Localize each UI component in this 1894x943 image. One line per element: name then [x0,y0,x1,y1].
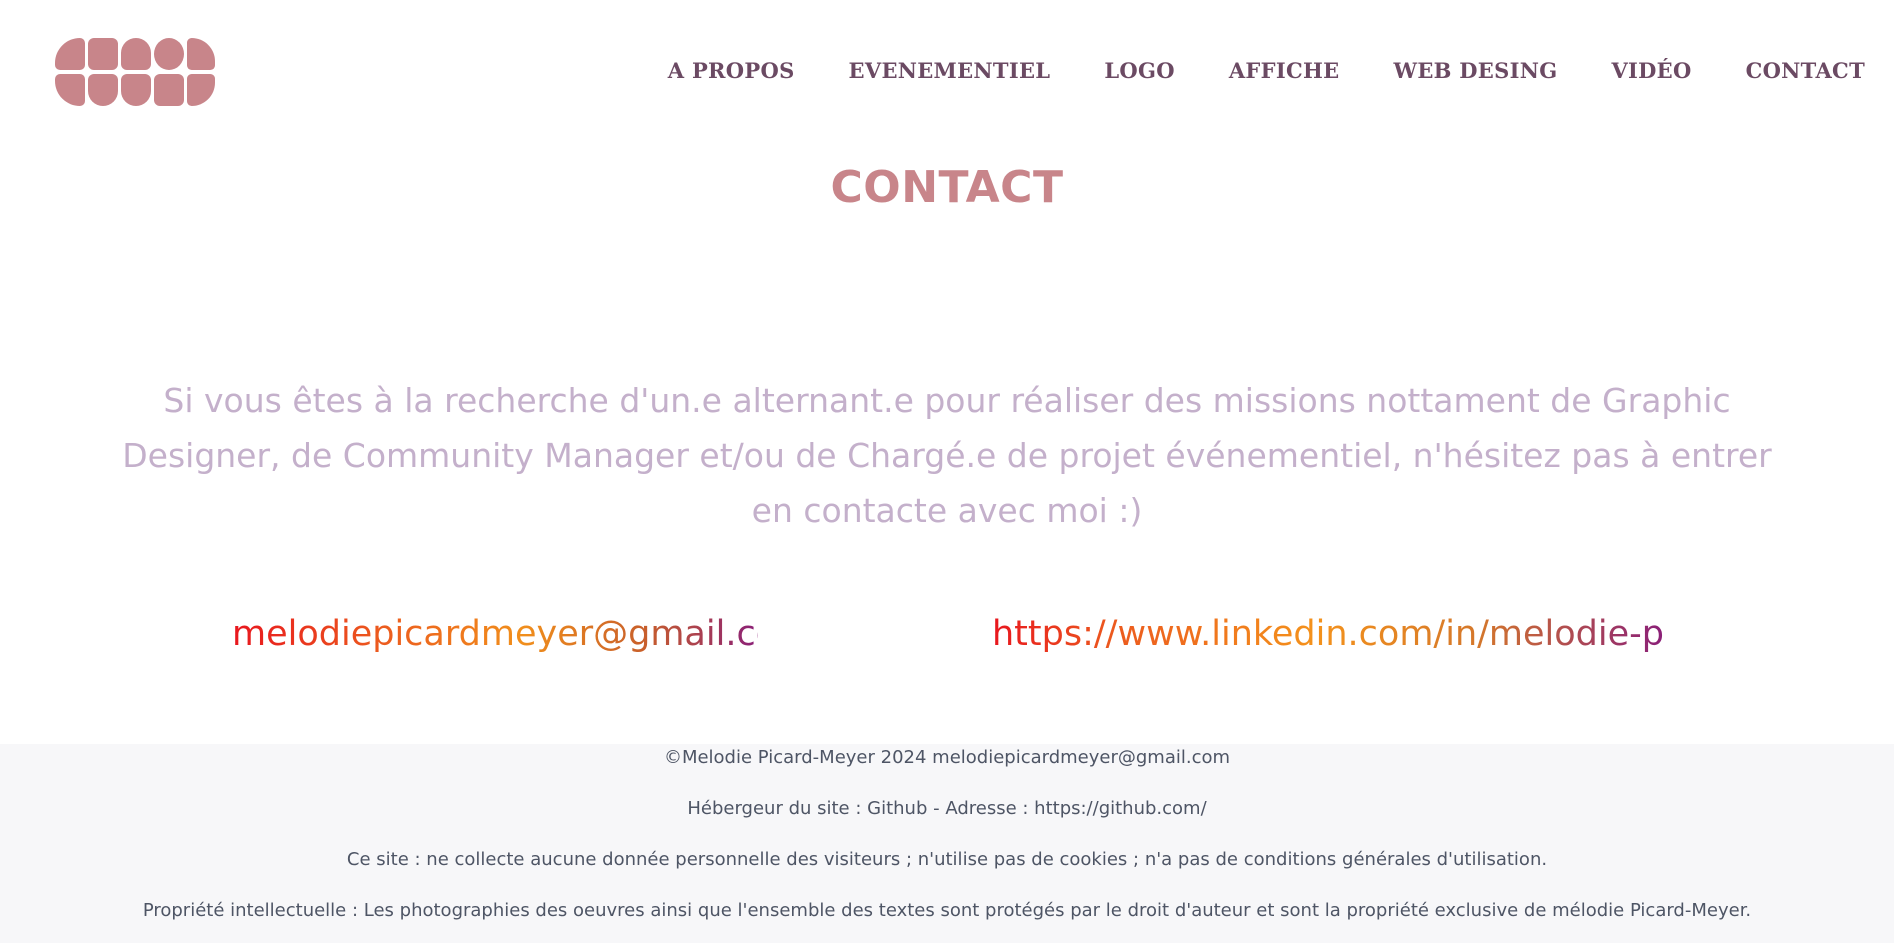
site-header: A PROPOS EVENEMENTIEL LOGO AFFICHE WEB D… [0,0,1894,150]
nav-item-a-propos[interactable]: A PROPOS [668,58,795,83]
logo-shape [121,38,151,70]
footer-host: Hébergeur du site : Github - Adresse : h… [687,798,1207,819]
nav-item-contact[interactable]: CONTACT [1746,58,1865,83]
footer-ip: Propriété intellectuelle : Les photograp… [142,900,1752,921]
nav-item-evenementiel[interactable]: EVENEMENTIEL [849,58,1051,83]
site-footer: ©Melodie Picard-Meyer 2024 melodiepicard… [0,744,1894,943]
logo-shape [121,74,151,106]
logo-shape [154,38,184,70]
logo-shape [55,74,85,106]
logo-shape [55,38,85,70]
footer-copyright: ©Melodie Picard-Meyer 2024 melodiepicard… [663,747,1231,768]
site-logo[interactable] [55,38,215,106]
email-link[interactable]: melodiepicardmeyer@gmail.com [232,614,811,654]
logo-shape [88,38,118,70]
page-title: CONTACT [830,162,1064,213]
intro-text: Si vous êtes à la recherche d'un.e alter… [122,381,1772,530]
logo-shape [88,74,118,106]
nav-item-affiche[interactable]: AFFICHE [1229,58,1340,83]
logo-shape [187,38,215,70]
logo-shape [187,74,215,106]
nav-item-web-desing[interactable]: WEB DESING [1393,58,1557,83]
linkedin-link[interactable]: https://www.linkedin.com/in/melodie-pm/ [992,614,1710,654]
nav-item-logo[interactable]: LOGO [1104,58,1175,83]
logo-shape [154,74,184,106]
main-nav: A PROPOS EVENEMENTIEL LOGO AFFICHE WEB D… [614,58,1865,83]
footer-privacy: Ce site : ne collecte aucune donnée pers… [346,849,1548,870]
nav-item-video[interactable]: VIDÉO [1611,58,1691,83]
contact-links: melodiepicardmeyer@gmail.com https://www… [0,614,1894,664]
